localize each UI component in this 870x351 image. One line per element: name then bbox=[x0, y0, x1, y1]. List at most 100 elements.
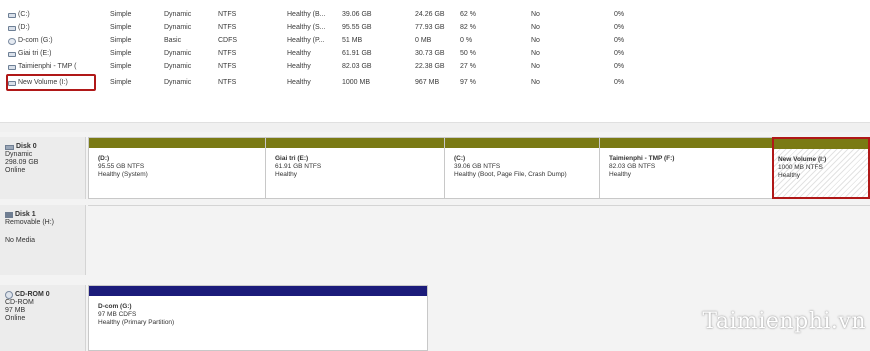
volume-status: Healthy bbox=[287, 50, 311, 57]
disk-icon bbox=[8, 12, 16, 18]
partition-name: New Volume (I:) bbox=[778, 156, 827, 163]
volume-overhead: 0% bbox=[614, 24, 625, 31]
volume-layout: Simple bbox=[110, 24, 132, 31]
partition-i-selected[interactable]: New Volume (I:) 1000 MB NTFS Healthy bbox=[772, 137, 870, 199]
volume-percent-free: 0 % bbox=[460, 37, 473, 44]
cdrom-icon bbox=[5, 291, 13, 299]
volume-capacity: 51 MB bbox=[342, 37, 363, 44]
volume-layout: Simple bbox=[110, 50, 132, 57]
partition-status: Healthy (Boot, Page File, Crash Dump) bbox=[454, 171, 567, 178]
volume-capacity: 82.03 GB bbox=[342, 63, 372, 70]
volume-fault-tolerance: No bbox=[531, 63, 540, 70]
volume-overhead: 0% bbox=[614, 79, 625, 86]
volume-percent-free: 82 % bbox=[460, 24, 476, 31]
disk-type: Removable (H:) bbox=[5, 219, 55, 226]
partition-name: Giai tri (E:) bbox=[275, 155, 309, 162]
volume-status: Healthy bbox=[287, 63, 311, 70]
hard-disk-icon bbox=[5, 144, 14, 150]
partition-size: 61.91 GB NTFS bbox=[275, 163, 322, 170]
partition-status: Healthy bbox=[275, 171, 298, 178]
volume-status: Healthy bbox=[287, 79, 311, 86]
volume-file-system: NTFS bbox=[218, 63, 237, 70]
volume-fault-tolerance: No bbox=[531, 79, 540, 86]
partition-g[interactable]: D-com (G:) 97 MB CDFS Healthy (Primary P… bbox=[88, 285, 428, 351]
volume-type: Dynamic bbox=[164, 79, 192, 86]
disk-1-label[interactable]: Disk 1 Removable (H:) No Media bbox=[0, 205, 86, 275]
volume-row[interactable]: (C:) Simple Dynamic NTFS Healthy (B... 3… bbox=[0, 10, 870, 20]
disk-0-label[interactable]: Disk 0 Dynamic 298.09 GB Online bbox=[0, 137, 86, 199]
partition-name: (C:) bbox=[454, 155, 466, 162]
volume-layout: Simple bbox=[110, 11, 132, 18]
partition-status: Healthy (Primary Partition) bbox=[98, 319, 175, 326]
volume-file-system: CDFS bbox=[218, 37, 238, 44]
disk-icon bbox=[8, 25, 16, 31]
volume-name: Taimienphi - TMP ( bbox=[18, 63, 77, 70]
volume-file-system: NTFS bbox=[218, 50, 237, 57]
volume-type: Dynamic bbox=[164, 63, 192, 70]
partition-size: 39.06 GB NTFS bbox=[454, 163, 501, 170]
volume-capacity: 61.91 GB bbox=[342, 50, 372, 57]
disk-icon bbox=[8, 64, 16, 70]
partition-status: Healthy bbox=[609, 171, 632, 178]
disk-1-empty-area[interactable] bbox=[88, 205, 870, 275]
disk-name: CD-ROM 0 bbox=[15, 291, 50, 298]
disk-name: Disk 0 bbox=[16, 143, 37, 150]
volume-fault-tolerance: No bbox=[531, 24, 540, 31]
disk-size: 298.09 GB bbox=[5, 159, 39, 166]
volume-capacity: 1000 MB bbox=[342, 79, 371, 86]
volume-fault-tolerance: No bbox=[531, 11, 540, 18]
disk-status: Online bbox=[5, 167, 26, 174]
disk-size: 97 MB bbox=[5, 307, 26, 314]
partition-name: (D:) bbox=[98, 155, 110, 162]
partition-d[interactable]: (D:) 95.55 GB NTFS Healthy (System) bbox=[88, 137, 266, 199]
disk-type: Dynamic bbox=[5, 151, 33, 158]
volume-percent-free: 50 % bbox=[460, 50, 476, 57]
volume-layout: Simple bbox=[110, 37, 132, 44]
volume-status: Healthy (B... bbox=[287, 11, 326, 18]
volume-list: (C:) Simple Dynamic NTFS Healthy (B... 3… bbox=[0, 0, 870, 122]
partition-size: 97 MB CDFS bbox=[98, 311, 137, 318]
volume-status: Healthy (P... bbox=[287, 37, 325, 44]
disk-1-row: Disk 1 Removable (H:) No Media bbox=[0, 205, 870, 275]
cdrom-icon bbox=[8, 37, 16, 45]
partition-name: D-com (G:) bbox=[98, 303, 132, 310]
partition-e[interactable]: Giai tri (E:) 61.91 GB NTFS Healthy bbox=[265, 137, 445, 199]
volume-percent-free: 27 % bbox=[460, 63, 476, 70]
volume-file-system: NTFS bbox=[218, 79, 237, 86]
partition-size: 82.03 GB NTFS bbox=[609, 163, 656, 170]
volume-fault-tolerance: No bbox=[531, 50, 540, 57]
disk-name: Disk 1 bbox=[15, 211, 36, 218]
volume-file-system: NTFS bbox=[218, 24, 237, 31]
volume-overhead: 0% bbox=[614, 37, 625, 44]
volume-row[interactable]: D-com (G:) Simple Basic CDFS Healthy (P.… bbox=[0, 36, 870, 46]
volume-overhead: 0% bbox=[614, 63, 625, 70]
partition-size: 95.55 GB NTFS bbox=[98, 163, 145, 170]
partition-name: Taimienphi - TMP (F:) bbox=[609, 155, 675, 162]
disk-0-row: Disk 0 Dynamic 298.09 GB Online (D:) 95.… bbox=[0, 137, 870, 199]
volume-row[interactable]: Giai tri (E:) Simple Dynamic NTFS Health… bbox=[0, 49, 870, 59]
volume-overhead: 0% bbox=[614, 50, 625, 57]
volume-row[interactable]: Taimienphi - TMP ( Simple Dynamic NTFS H… bbox=[0, 62, 870, 72]
volume-type: Basic bbox=[164, 37, 182, 44]
volume-name: D-com (G:) bbox=[18, 37, 53, 44]
volume-free-space: 967 MB bbox=[415, 79, 440, 86]
volume-capacity: 39.06 GB bbox=[342, 11, 372, 18]
disk-type: CD-ROM bbox=[5, 299, 34, 306]
partition-c[interactable]: (C:) 39.06 GB NTFS Healthy (Boot, Page F… bbox=[444, 137, 600, 199]
removable-disk-icon bbox=[5, 212, 13, 218]
disk-status: No Media bbox=[5, 237, 35, 244]
partition-status: Healthy bbox=[778, 172, 801, 179]
volume-fault-tolerance: No bbox=[531, 37, 540, 44]
partition-size: 1000 MB NTFS bbox=[778, 164, 823, 171]
pane-divider[interactable] bbox=[0, 122, 870, 132]
volume-free-space: 24.26 GB bbox=[415, 11, 445, 18]
volume-file-system: NTFS bbox=[218, 11, 237, 18]
volume-row-selected[interactable]: New Volume (I:) Simple Dynamic NTFS Heal… bbox=[0, 78, 870, 88]
volume-row[interactable]: (D:) Simple Dynamic NTFS Healthy (S... 9… bbox=[0, 23, 870, 33]
volume-free-space: 22.38 GB bbox=[415, 63, 445, 70]
cdrom-0-label[interactable]: CD-ROM 0 CD-ROM 97 MB Online bbox=[0, 285, 86, 351]
volume-free-space: 0 MB bbox=[415, 37, 432, 44]
partition-f[interactable]: Taimienphi - TMP (F:) 82.03 GB NTFS Heal… bbox=[599, 137, 773, 199]
volume-layout: Simple bbox=[110, 63, 132, 70]
disk-icon bbox=[8, 51, 16, 57]
